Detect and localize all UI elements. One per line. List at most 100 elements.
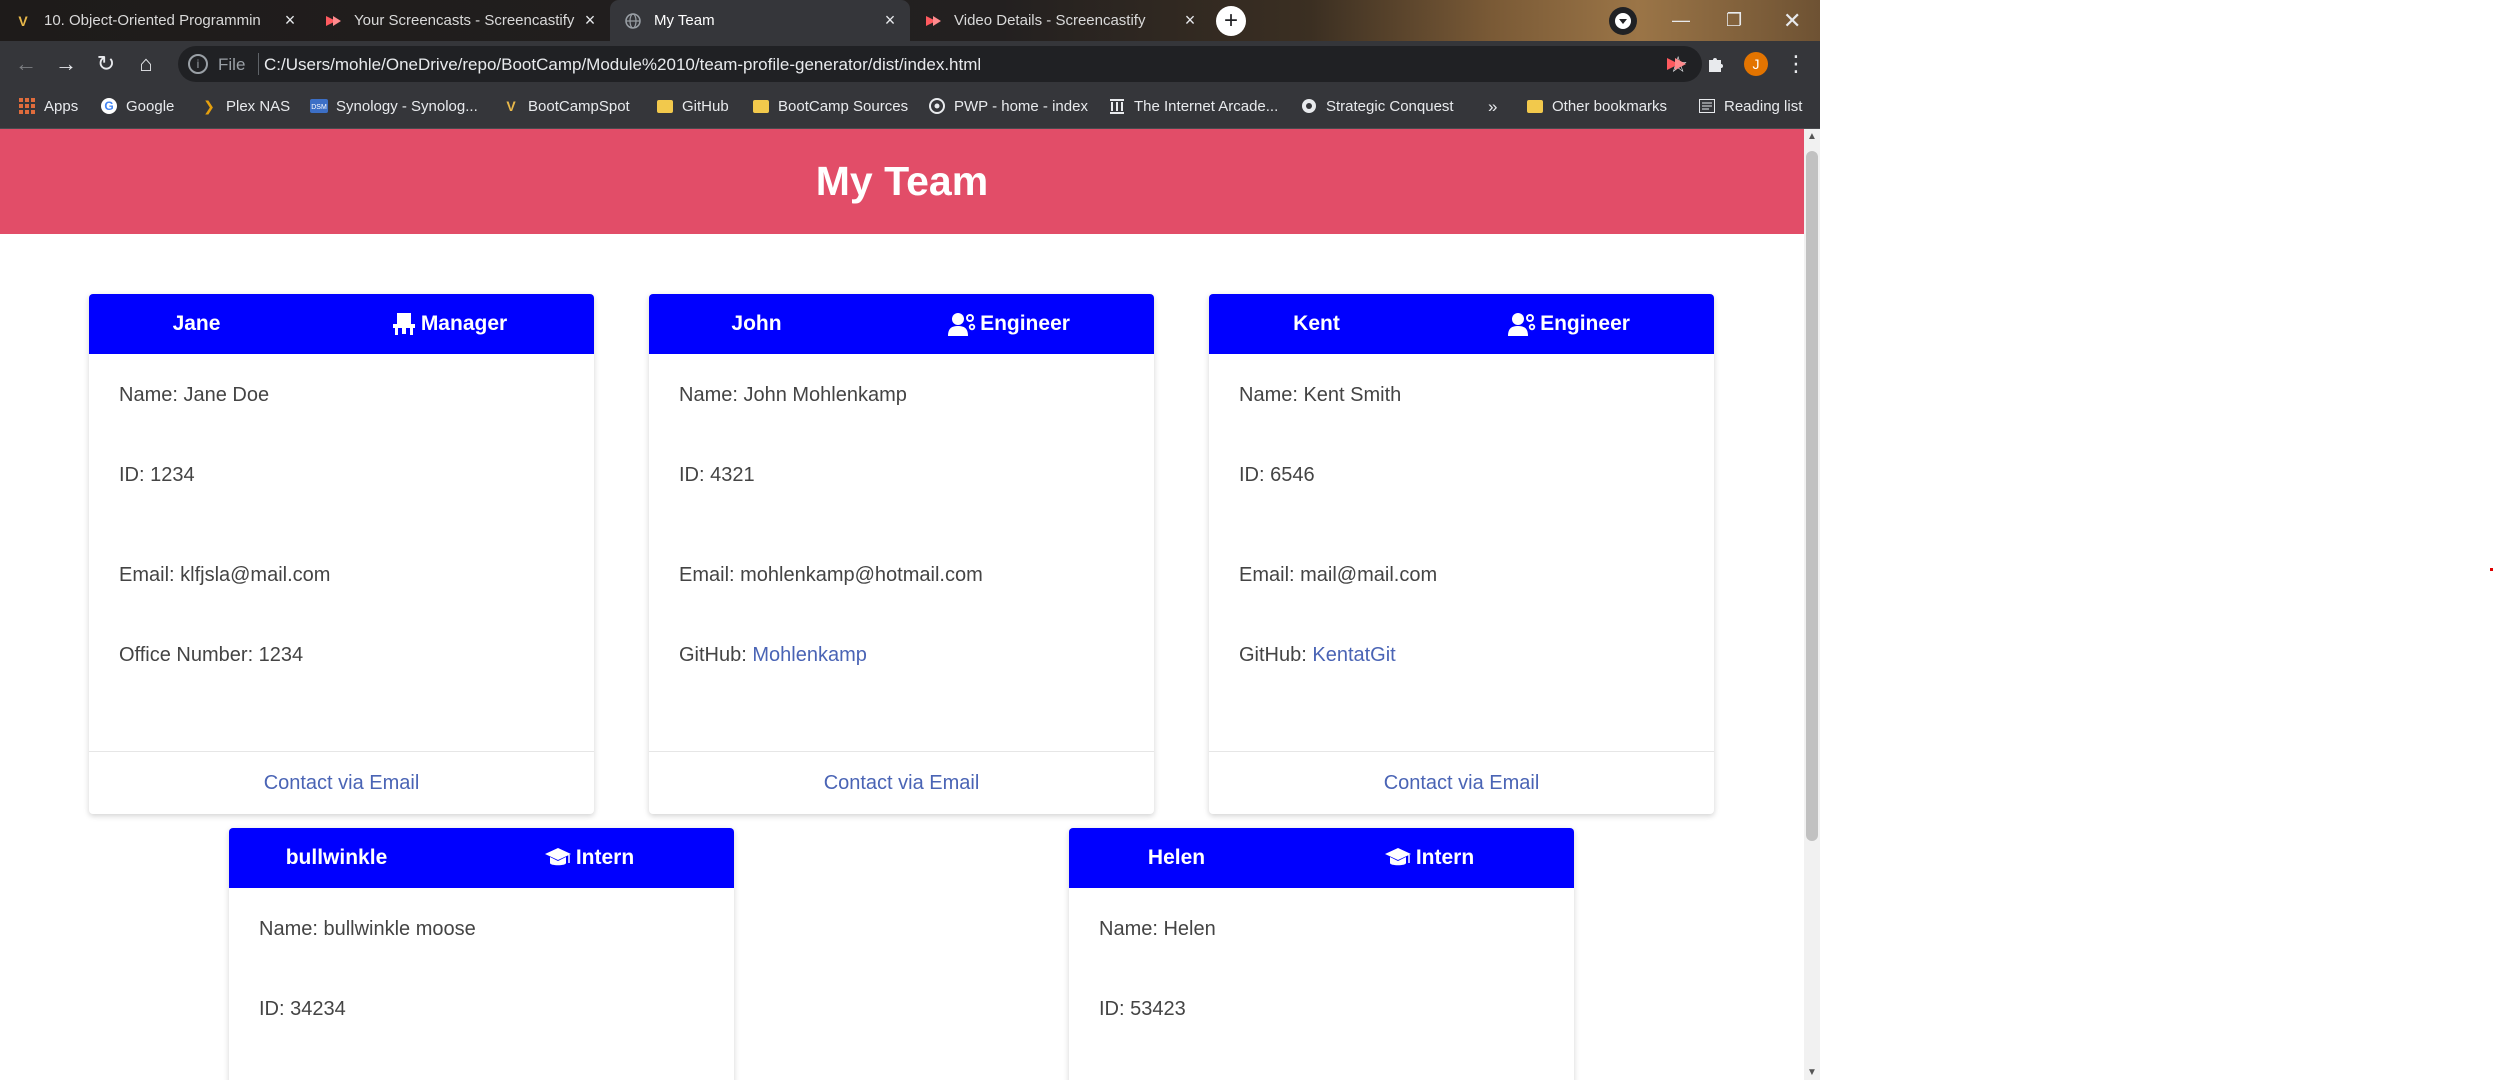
- scroll-down-icon[interactable]: ▼: [1804, 1067, 1820, 1078]
- role-label: Intern: [575, 846, 635, 869]
- forward-icon[interactable]: →: [52, 50, 80, 78]
- employee-id: ID: 34234: [259, 998, 346, 1020]
- employee-id: ID: 1234: [119, 464, 195, 486]
- github-link[interactable]: KentatGit: [1312, 644, 1395, 666]
- employee-card: Kent Engineer Name: Kent Smith ID: 6546 …: [1209, 294, 1714, 814]
- employee-email: Email: klfjsla@mail.com: [119, 564, 331, 586]
- bookmark-reading-list[interactable]: Reading list: [1698, 97, 1802, 115]
- employee-email: Email: mohlenkamp@hotmail.com: [679, 564, 983, 586]
- tab-search-button[interactable]: [1608, 0, 1638, 41]
- employee-name: Helen: [1147, 846, 1206, 869]
- team-header: My Team: [0, 129, 1804, 234]
- office-number: Office Number: 1234: [119, 644, 304, 666]
- restore-icon[interactable]: ❐: [1726, 0, 1742, 41]
- tab-title: My Team: [654, 12, 715, 29]
- svg-text:G: G: [104, 99, 113, 113]
- tab-title: 10. Object-Oriented Programmin: [44, 12, 261, 29]
- bookmark-plex-nas[interactable]: ❯ Plex NAS: [200, 97, 290, 115]
- bookmark-synology[interactable]: DSM Synology - Synolog...: [310, 97, 478, 115]
- menu-kebab-icon[interactable]: ⋮: [1782, 50, 1810, 78]
- folder-icon: [752, 97, 770, 115]
- github-label: GitHub:: [1239, 644, 1313, 666]
- github-link[interactable]: Mohlenkamp: [752, 644, 867, 666]
- google-icon: G: [100, 97, 118, 115]
- extensions-puzzle-icon[interactable]: [1702, 50, 1730, 78]
- employee-role: Engineer: [864, 312, 1154, 336]
- tab-your-screencasts[interactable]: Your Screencasts - Screencastify ×: [310, 0, 610, 41]
- close-icon[interactable]: ×: [1178, 10, 1202, 31]
- bookmark-label: Plex NAS: [226, 97, 291, 115]
- close-window-icon[interactable]: ✕: [1783, 0, 1801, 41]
- close-icon[interactable]: ×: [278, 10, 302, 31]
- page-scrollbar[interactable]: ▲ ▼: [1804, 129, 1820, 1080]
- info-icon[interactable]: i: [188, 54, 208, 74]
- employee-card: Jane Manager Name: Jane Doe ID: 1234 Ema…: [89, 294, 594, 814]
- tab-strip: V 10. Object-Oriented Programmin × Your …: [0, 0, 1820, 41]
- manager-chair-icon: [392, 313, 415, 335]
- role-label: Engineer: [1540, 312, 1630, 335]
- globe-icon: [624, 12, 642, 30]
- employee-fullname: Name: Jane Doe: [119, 384, 270, 406]
- employee-role: Intern: [444, 846, 734, 870]
- bookmark-bootcamp-sources[interactable]: BootCamp Sources: [752, 97, 908, 115]
- bookmark-other[interactable]: Other bookmarks: [1526, 97, 1667, 115]
- card-header: Helen Intern: [1069, 828, 1574, 888]
- folder-icon: [1526, 97, 1544, 115]
- close-icon[interactable]: ×: [578, 10, 602, 31]
- new-tab-button[interactable]: +: [1216, 6, 1246, 36]
- synology-icon: DSM: [310, 97, 328, 115]
- address-bar[interactable]: i File C:/Users/mohle/OneDrive/repo/Boot…: [178, 46, 1702, 82]
- reload-icon[interactable]: ↻: [92, 50, 120, 78]
- screencastify-icon: [924, 12, 942, 30]
- tab-object-oriented[interactable]: V 10. Object-Oriented Programmin ×: [0, 0, 310, 41]
- employee-name: John: [731, 312, 782, 335]
- graduation-cap-icon: [544, 848, 571, 866]
- bookmark-label: Strategic Conquest: [1326, 97, 1454, 115]
- browser-chrome: V 10. Object-Oriented Programmin × Your …: [0, 0, 1820, 129]
- pwp-icon: [928, 97, 946, 115]
- employee-role: Engineer: [1424, 312, 1714, 336]
- bookmark-google[interactable]: G Google: [100, 97, 174, 115]
- bookmark-github[interactable]: GitHub: [656, 97, 729, 115]
- bookmark-strategic-conquest[interactable]: Strategic Conquest: [1300, 97, 1454, 115]
- employee-name: Jane: [172, 312, 221, 335]
- bookmarks-bar: Apps G Google ❯ Plex NAS DSM Synology - …: [0, 87, 1820, 129]
- back-icon[interactable]: ←: [12, 50, 40, 78]
- bookmark-label: Other bookmarks: [1552, 97, 1668, 115]
- scrollbar-thumb[interactable]: [1806, 151, 1818, 841]
- v-icon: V: [506, 98, 516, 114]
- bookmark-label: Synology - Synolog...: [336, 97, 478, 115]
- address-scheme: File: [218, 55, 246, 74]
- tab-video-details[interactable]: Video Details - Screencastify ×: [910, 0, 1210, 41]
- employee-role: Intern: [1284, 846, 1574, 870]
- bookmark-pwp[interactable]: PWP - home - index: [928, 97, 1088, 115]
- toolbar: ← → ↻ ⌂ i File C:/Users/mohle/OneDrive/r…: [0, 41, 1820, 87]
- bookmark-bootcampspot[interactable]: V BootCampSpot: [502, 97, 629, 115]
- address-url[interactable]: C:/Users/mohle/OneDrive/repo/BootCamp/Mo…: [264, 55, 981, 75]
- page-title: My Team: [815, 158, 989, 204]
- github-row: GitHub: KentatGit: [1239, 644, 1396, 667]
- contact-email-link[interactable]: Contact via Email: [89, 751, 594, 814]
- scroll-up-icon[interactable]: ▲: [1804, 131, 1820, 142]
- folder-icon: [656, 97, 674, 115]
- profile-avatar[interactable]: J: [1744, 52, 1768, 76]
- svg-text:DSM: DSM: [311, 104, 327, 111]
- contact-email-link[interactable]: Contact via Email: [1209, 751, 1714, 814]
- employee-card: Helen Intern Name: Helen ID: 53423: [1069, 828, 1574, 1080]
- home-icon[interactable]: ⌂: [132, 50, 160, 78]
- contact-email-link[interactable]: Contact via Email: [649, 751, 1154, 814]
- card-header: Jane Manager: [89, 294, 594, 354]
- apps-grid-icon: [18, 97, 36, 115]
- bookmarks-overflow-button[interactable]: »: [1488, 97, 1497, 117]
- employee-id: ID: 53423: [1099, 998, 1186, 1020]
- screencastify-extension-icon[interactable]: [1662, 50, 1690, 78]
- minimize-icon[interactable]: —: [1672, 0, 1690, 41]
- reading-list-icon: [1698, 97, 1716, 115]
- bookmark-internet-arcade[interactable]: The Internet Arcade...: [1108, 97, 1278, 115]
- close-icon[interactable]: ×: [878, 10, 902, 31]
- employee-role: Manager: [304, 312, 594, 336]
- bookmark-apps[interactable]: Apps: [18, 97, 78, 115]
- bookmark-label: PWP - home - index: [954, 97, 1088, 115]
- tab-my-team[interactable]: My Team ×: [610, 0, 910, 41]
- card-header: John Engineer: [649, 294, 1154, 354]
